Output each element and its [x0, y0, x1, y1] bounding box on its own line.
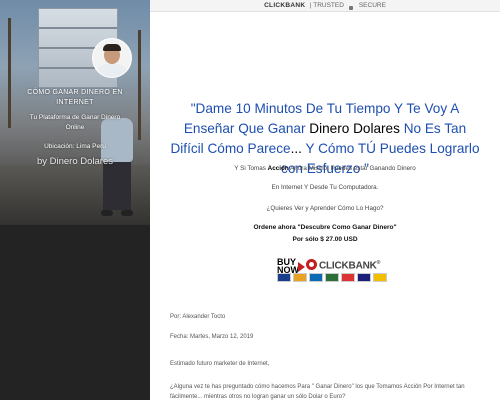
site-description-line2: Online	[65, 124, 85, 131]
main-content: "Dame 10 Minutos De Tu Tiempo Y Te Voy A…	[150, 11, 500, 400]
person-image	[93, 118, 141, 218]
site-title[interactable]: CÓMO GANAR DINERO EN INTERNET	[0, 88, 150, 108]
paypal-icon	[357, 273, 371, 282]
date-line: Fecha: Martes, Marzo 12, 2019	[170, 334, 254, 340]
palm-tree-image	[8, 18, 11, 128]
price-text: Por sólo $ 27.00 USD	[292, 236, 358, 243]
headline-ellipsis: ...	[290, 141, 306, 156]
clickbank-brand[interactable]: CLICKBANK	[319, 260, 377, 271]
author-line: Por: Alexander Tocto	[170, 314, 226, 320]
intro-line-a: Y Si Tomas	[234, 165, 268, 172]
site-description-line1: Tu Plataforma de Ganar Dinero	[29, 114, 121, 121]
intro-line-bold: Acción	[267, 165, 289, 172]
discover-icon	[325, 273, 339, 282]
clickbank-logo-icon[interactable]	[306, 259, 317, 270]
maestro-icon	[341, 273, 355, 282]
greeting-line: Estimado futuro marketer de Internet,	[170, 361, 270, 367]
site-title-line1[interactable]: CÓMO GANAR DINERO EN	[0, 88, 150, 98]
question-line: ¿Quieres Ver y Aprender Cómo Lo Hago?	[266, 205, 384, 212]
intro-line-c: Ahora Mismo, Puedes estar Ganando Dinero	[288, 165, 416, 172]
lock-icon	[349, 5, 354, 10]
buy-now-label[interactable]: BUY NOW	[277, 258, 299, 275]
amex-icon	[309, 273, 323, 282]
buy-now-button[interactable]: BUY NOW CLICKBANK®	[277, 257, 387, 287]
site-title-line2[interactable]: INTERNET	[0, 98, 150, 108]
trademark: ®	[376, 260, 381, 266]
order-text: Ordene ahora "Descubre Como Ganar Dinero…	[253, 224, 397, 231]
intro-line: Y Si Tomas Acción Ahora Mismo, Puedes es…	[150, 165, 500, 172]
intro-line-2: En Internet Y Desde Tu Computadora.	[271, 184, 379, 191]
sidebar-dark-area	[0, 225, 150, 400]
clickbank-logo-text: CLICKBANK	[264, 2, 306, 9]
hero-panel: CÓMO GANAR DINERO EN INTERNET Tu Platafo…	[0, 0, 150, 225]
payment-cards	[277, 273, 387, 282]
avatar	[92, 38, 132, 78]
secure-text: SECURE	[358, 2, 386, 9]
author-byline: by Dinero Dolares	[36, 156, 114, 167]
mastercard-icon	[293, 273, 307, 282]
trusted-text: | TRUSTED	[309, 2, 344, 9]
site-description: Tu Plataforma de Ganar Dinero Online	[0, 113, 150, 133]
card-icon	[373, 273, 387, 282]
question-paragraph: ¿Alguna vez te has preguntado cómo hacem…	[170, 384, 465, 400]
arrow-icon[interactable]	[298, 262, 305, 272]
visa-icon	[277, 273, 291, 282]
location-text: Ubicación: Lima Perú	[44, 143, 106, 150]
headline-keyword: Dinero Dolares	[309, 121, 400, 136]
clickbank-brand-text[interactable]: CLICKBANK®	[319, 260, 380, 271]
